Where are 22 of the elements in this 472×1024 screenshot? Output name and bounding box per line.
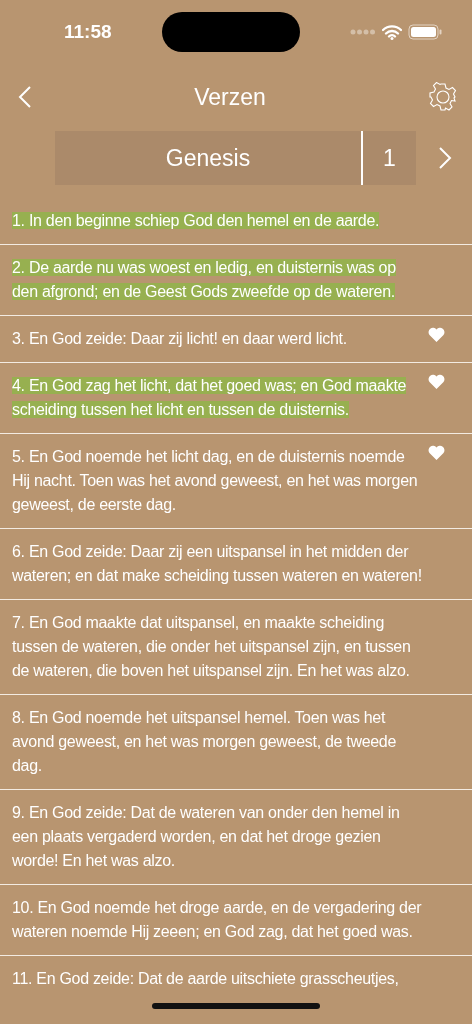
chapter-selector[interactable]: 1 [363, 131, 416, 185]
verse-text[interactable]: 11. En God zeide: Dat de aarde uitschiete grasscheutjes, [12, 967, 422, 988]
verse-text[interactable]: 8. En God noemde het uitspansel hemel. Toen was het avond geweest, en het was morgen geweest, de tweede dag. [12, 706, 422, 778]
verse-text[interactable]: 6. En God zeide: Daar zij een uitspansel in het midden der wateren; en dat make scheiding tussen wateren en wateren! [12, 540, 422, 588]
verse-text[interactable]: 10. En God noemde het droge aarde, en de vergadering der wateren noemde Hij zeeen; en God zag, dat het goed was. [12, 896, 422, 944]
heart-icon[interactable] [428, 445, 445, 460]
verse-text[interactable]: 7. En God maakte dat uitspansel, en maakte scheiding tussen de wateren, die onder het uitspansel zijn, en tussen de wateren, die boven het uitspansel zijn. En het was alzo. [12, 611, 422, 683]
settings-icon[interactable] [428, 82, 458, 112]
verse-text[interactable]: 3. En God zeide: Daar zij licht! en daar werd licht. [12, 327, 422, 351]
wifi-icon [382, 24, 402, 40]
heart-icon[interactable] [428, 374, 445, 389]
heart-icon[interactable] [428, 327, 445, 342]
signal-icon [350, 29, 376, 35]
verse-text[interactable]: 5. En God noemde het licht dag, en de duisternis noemde Hij nacht. Toen was het avond geweest, en het was morgen geweest, de eerste dag. [12, 445, 422, 517]
back-icon[interactable] [18, 85, 32, 109]
next-chapter-button[interactable] [438, 146, 452, 170]
book-selector[interactable]: Genesis [55, 131, 363, 185]
page-title: Verzen [194, 83, 266, 111]
battery-icon [408, 24, 442, 40]
chevron-right-icon [438, 146, 452, 170]
verse-text[interactable]: 9. En God zeide: Dat de wateren van onder den hemel in een plaats vergaderd worden, en dat het droge gezien worde! En het was alzo. [12, 801, 422, 873]
status-time: 11:58 [64, 21, 112, 43]
